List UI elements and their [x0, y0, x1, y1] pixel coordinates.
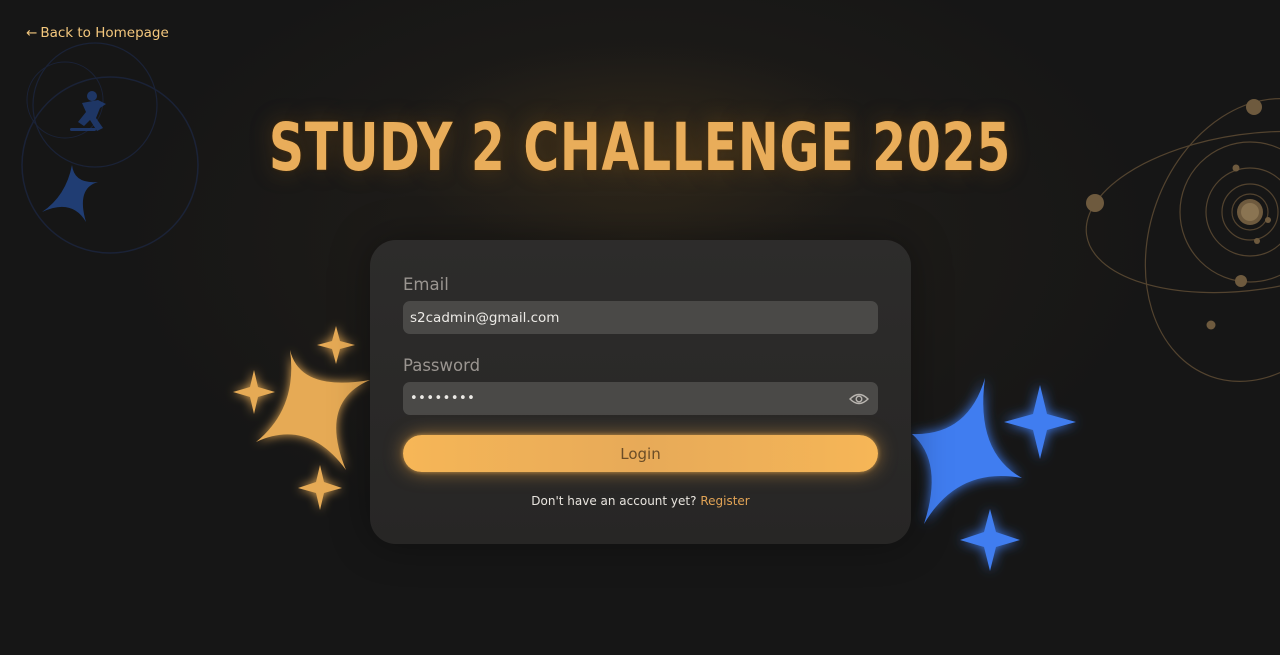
small-gold-star-icon: [233, 370, 275, 414]
email-value: s2cadmin@gmail.com: [410, 309, 560, 326]
gold-stars-decoration: [233, 326, 370, 510]
login-page: ← Back to Homepage STUDY 2 CHALLENGE 2025…: [0, 0, 1280, 655]
dark-blue-star-icon: [42, 165, 98, 222]
register-link[interactable]: Register: [700, 494, 749, 508]
small-gold-star-icon: [317, 326, 355, 364]
password-field[interactable]: ••••••••: [403, 382, 878, 415]
planets-decoration: [1086, 99, 1271, 330]
back-link-label: Back to Homepage: [40, 25, 169, 41]
large-gold-star-icon: [256, 350, 370, 470]
large-blue-star-icon: [912, 378, 1022, 524]
back-arrow-icon: ←: [26, 25, 38, 41]
password-label: Password: [403, 356, 481, 375]
skater-silhouette-icon: [70, 91, 106, 131]
email-label: Email: [403, 275, 449, 294]
small-blue-star-icon: [960, 509, 1020, 571]
register-prompt-text: Don't have an account yet?: [531, 494, 697, 508]
back-to-homepage-link[interactable]: ← Back to Homepage: [26, 25, 169, 41]
email-field[interactable]: s2cadmin@gmail.com: [403, 301, 878, 334]
page-title: STUDY 2 CHALLENGE 2025: [268, 109, 1012, 186]
login-button[interactable]: Login: [403, 435, 878, 472]
blue-stars-decoration: [912, 378, 1076, 571]
small-blue-star-icon: [1004, 385, 1076, 459]
register-prompt-line: Don't have an account yet? Register: [370, 494, 911, 508]
small-gold-star-icon: [298, 465, 342, 510]
eye-icon[interactable]: [849, 392, 869, 406]
password-value: ••••••••: [410, 391, 476, 406]
login-card: Email s2cadmin@gmail.com Password ••••••…: [370, 240, 911, 544]
